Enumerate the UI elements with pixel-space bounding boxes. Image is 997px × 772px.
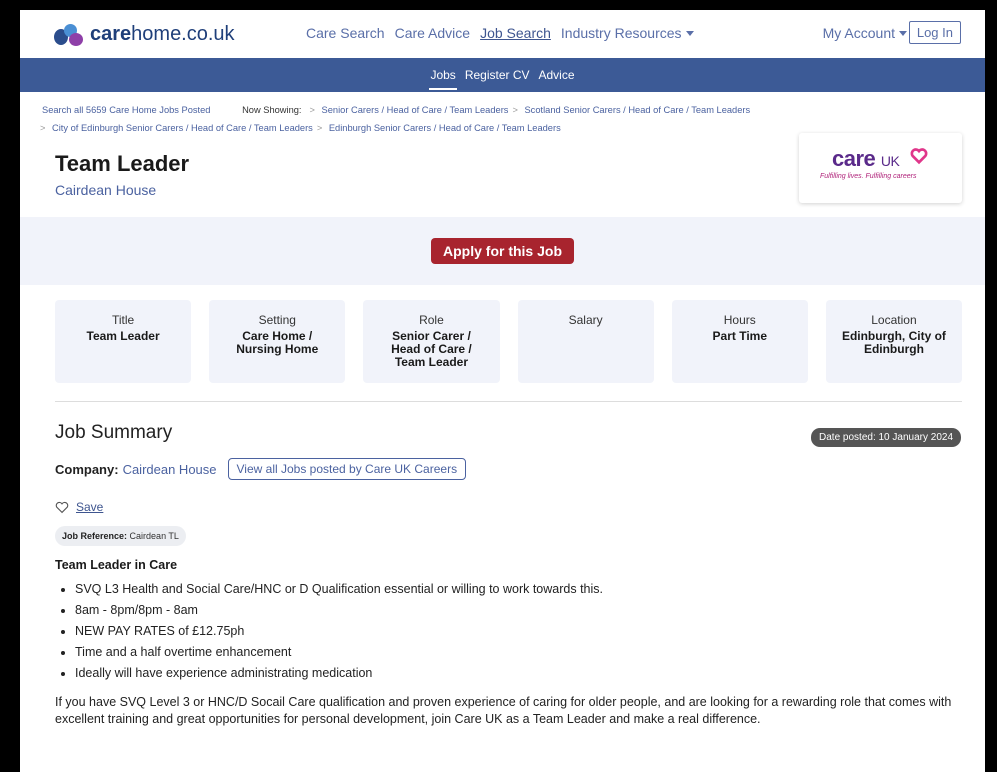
job-reference-badge: Job Reference: Cairdean TL — [55, 526, 186, 546]
breadcrumb: Search all 5659 Care Home Jobs Posted No… — [20, 92, 985, 137]
requirements-list: SVQ L3 Health and Social Care/HNC or D Q… — [75, 579, 985, 684]
nav-industry-resources-label: Industry Resources — [560, 25, 682, 41]
list-item: Time and a half overtime enhancement — [75, 642, 985, 663]
apply-button[interactable]: Apply for this Job — [431, 238, 574, 264]
browser-page: carehome.co.uk Care Search Care Advice J… — [20, 10, 985, 772]
breadcrumb-sep: > — [316, 123, 323, 133]
top-navbar: carehome.co.uk Care Search Care Advice J… — [20, 10, 985, 58]
detail-label: Setting — [258, 313, 296, 327]
detail-value: Team Leader — [86, 329, 160, 343]
detail-card-location: Location Edinburgh, City of Edinburgh — [825, 300, 963, 383]
nav-care-search[interactable]: Care Search — [306, 25, 385, 41]
detail-value: Edinburgh, City of Edinburgh — [841, 329, 946, 356]
detail-value: Senior Carer / Head of Care / Team Leade… — [391, 329, 472, 369]
save-row: Save — [55, 500, 985, 514]
nav-job-search[interactable]: Job Search — [480, 25, 551, 41]
job-reference-value: Cairdean TL — [129, 531, 179, 541]
company-label: Company: — [55, 461, 119, 477]
job-summary: Job Summary Date posted: 10 January 2024… — [20, 402, 985, 728]
breadcrumb-crumb-4[interactable]: Edinburgh Senior Carers / Head of Care /… — [329, 123, 561, 133]
list-item: 8am - 8pm/8pm - 8am — [75, 600, 985, 621]
breadcrumb-sep: > — [40, 123, 46, 133]
main-nav: Care Search Care Advice Job Search Indus… — [306, 25, 694, 41]
my-account-menu[interactable]: My Account — [823, 25, 907, 41]
chevron-down-icon — [685, 31, 694, 36]
breadcrumb-crumb-3[interactable]: City of Edinburgh Senior Carers / Head o… — [52, 123, 313, 133]
brand-tagline: Fulfilling lives. Fulfilling careers — [820, 173, 917, 180]
subnav-advice[interactable]: Advice — [538, 68, 576, 82]
heart-icon[interactable] — [55, 501, 69, 514]
description-heading: Team Leader in Care — [55, 558, 178, 572]
breadcrumb-search-all[interactable]: Search all 5659 Care Home Jobs Posted — [42, 105, 210, 115]
list-item: NEW PAY RATES of £12.75ph — [75, 621, 985, 642]
employer-logo: care UK Fulfilling lives. Fulfilling car… — [799, 133, 962, 203]
breadcrumb-crumb-2[interactable]: Scotland Senior Carers / Head of Care / … — [524, 105, 750, 115]
nav-care-advice[interactable]: Care Advice — [395, 25, 470, 41]
breadcrumb-crumb-1[interactable]: Senior Carers / Head of Care / Team Lead… — [322, 105, 509, 115]
detail-label: Role — [419, 313, 444, 327]
detail-label: Hours — [723, 313, 756, 327]
company-row: Company: Cairdean House View all Jobs po… — [55, 458, 985, 480]
logo-people-icon — [54, 22, 84, 46]
detail-card-salary: Salary — [517, 300, 654, 383]
company-value-link[interactable]: Cairdean House — [123, 462, 217, 477]
sub-navbar: Jobs Register CV Advice — [20, 58, 985, 92]
list-item: Ideally will have experience administrat… — [75, 663, 985, 684]
description-paragraph: If you have SVQ Level 3 or HNC/D Socail … — [55, 695, 952, 726]
brand-name: care UK — [832, 146, 900, 171]
detail-label: Salary — [568, 313, 603, 327]
company-link[interactable]: Cairdean House — [55, 182, 156, 198]
date-posted-badge: Date posted: 10 January 2024 — [811, 428, 961, 447]
view-all-jobs-button[interactable]: View all Jobs posted by Care UK Careers — [227, 458, 467, 480]
detail-value: Care Home / Nursing Home — [236, 329, 319, 356]
chevron-down-icon — [899, 31, 907, 36]
breadcrumb-sep: > — [309, 105, 315, 115]
detail-value: Part Time — [712, 329, 767, 343]
login-button[interactable]: Log In — [908, 21, 961, 44]
apply-section: Apply for this Job — [20, 217, 985, 285]
detail-card-setting: Setting Care Home / Nursing Home — [209, 300, 346, 383]
job-header: Team Leader Cairdean House care UK Fulfi… — [20, 133, 985, 217]
save-link[interactable]: Save — [76, 500, 103, 514]
subnav-register-cv[interactable]: Register CV — [464, 68, 531, 82]
my-account-label: My Account — [822, 25, 895, 41]
breadcrumb-now-showing: Now Showing: — [242, 105, 302, 115]
list-item: SVQ L3 Health and Social Care/HNC or D Q… — [75, 579, 985, 600]
nav-industry-resources[interactable]: Industry Resources — [561, 25, 694, 41]
detail-card-role: Role Senior Carer / Head of Care / Team … — [363, 300, 500, 383]
site-logo[interactable]: carehome.co.uk — [54, 22, 235, 46]
logo-text: carehome.co.uk — [90, 22, 235, 45]
breadcrumb-sep: > — [512, 105, 518, 115]
heart-logo-icon — [910, 148, 928, 165]
detail-card-title: Title Team Leader — [55, 300, 192, 383]
job-reference-label: Job Reference: — [62, 531, 128, 541]
subnav-jobs[interactable]: Jobs — [429, 68, 457, 90]
page-title: Team Leader — [55, 151, 190, 176]
job-details: Title Team Leader Setting Care Home / Nu… — [20, 285, 985, 383]
detail-label: Title — [111, 313, 135, 327]
detail-card-hours: Hours Part Time — [671, 300, 808, 383]
detail-label: Location — [871, 313, 917, 327]
